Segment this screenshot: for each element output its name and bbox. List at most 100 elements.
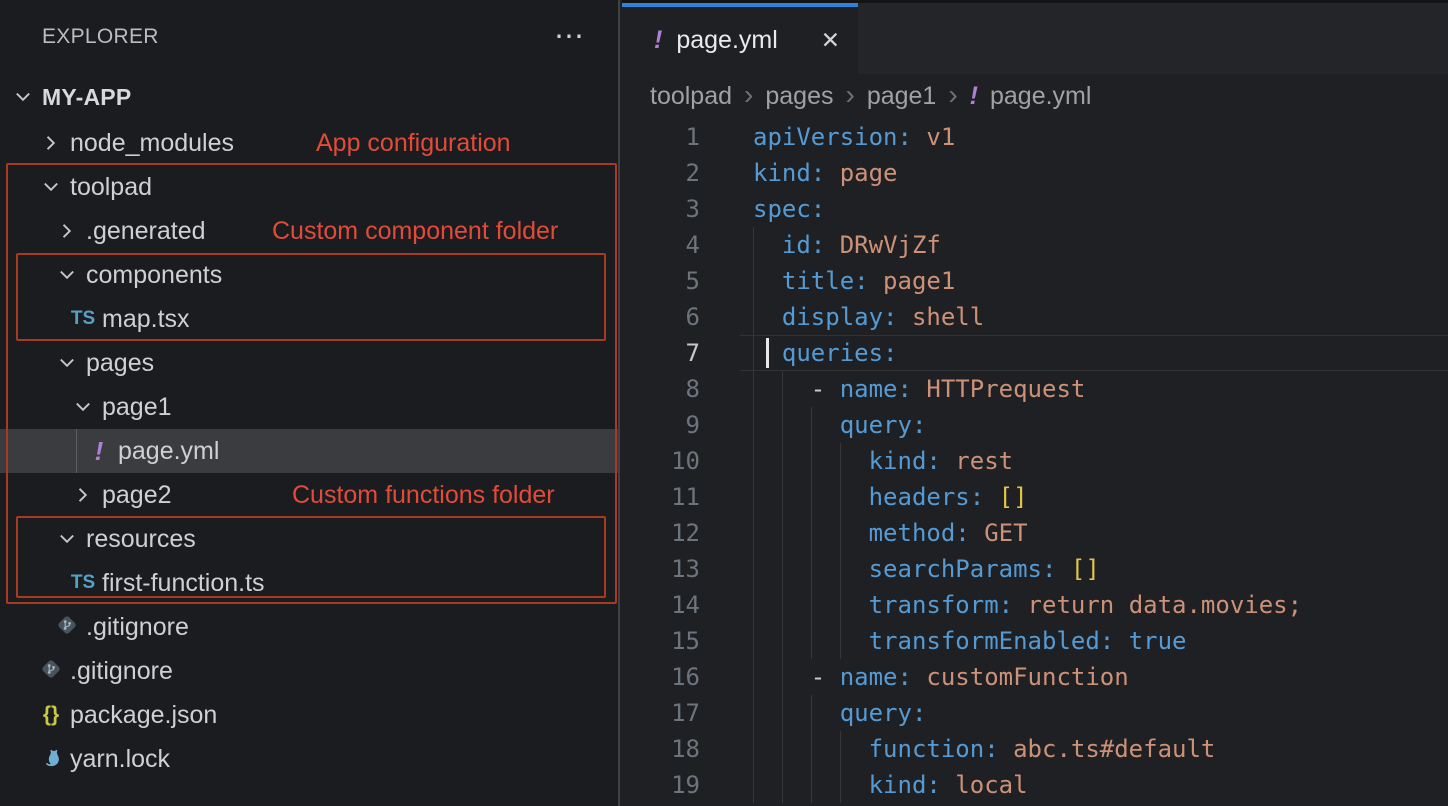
git-icon	[38, 657, 64, 686]
code-line-9[interactable]: 9 query:	[622, 407, 1448, 443]
code-line-17[interactable]: 17 query:	[622, 695, 1448, 731]
more-actions-icon[interactable]: ⋯	[554, 32, 584, 42]
tree-item-label: .generated	[86, 217, 206, 246]
tree-item-resources[interactable]: resources	[0, 517, 618, 561]
tab-bar: ! page.yml ✕	[622, 0, 1448, 74]
code-line-2[interactable]: 2kind: page	[622, 155, 1448, 191]
code-line-11[interactable]: 11 headers: []	[622, 479, 1448, 515]
tree-item-node-modules[interactable]: node_modules App configuration	[0, 121, 618, 165]
line-number: 3	[622, 191, 700, 227]
code-line-5[interactable]: 5 title: page1	[622, 263, 1448, 299]
code-line-16[interactable]: 16 - name: customFunction	[622, 659, 1448, 695]
explorer-sidebar: EXPLORER ⋯ MY-APP node_modules App config…	[0, 0, 620, 806]
chevron-down-icon[interactable]	[10, 86, 36, 108]
red-annotation-label: Custom functions folder	[292, 473, 555, 517]
code-line-13[interactable]: 13 searchParams: []	[622, 551, 1448, 587]
git-icon	[54, 613, 80, 642]
line-number: 2	[622, 155, 700, 191]
tree-item-label: .gitignore	[70, 657, 173, 686]
code-area[interactable]: 1apiVersion: v12kind: page3 spec:4 id: DR…	[622, 119, 1448, 803]
breadcrumb-item-page-yml[interactable]: page.yml	[990, 82, 1091, 111]
typescript-icon: TS	[70, 572, 96, 594]
breadcrumb-separator-icon: ›	[744, 79, 753, 111]
file-tree: node_modules App configuration toolpad .gen…	[0, 121, 618, 781]
code-line-19[interactable]: 19 kind: local	[622, 767, 1448, 803]
code-line-3[interactable]: 3 spec:	[622, 191, 1448, 227]
code-line-12[interactable]: 12 method: GET	[622, 515, 1448, 551]
code-line-text: queries:	[753, 335, 898, 371]
tree-item-page1[interactable]: page1	[0, 385, 618, 429]
code-line-text: function: abc.ts#default	[753, 731, 1215, 767]
chevron-down-icon[interactable]	[54, 352, 80, 374]
red-annotation-label: App configuration	[316, 121, 511, 165]
tree-item-label: pages	[86, 349, 154, 378]
tree-item-first-function-ts[interactable]: TS first-function.ts	[0, 561, 618, 605]
tree-item-gitignore[interactable]: .gitignore	[0, 649, 618, 693]
red-annotation-label: Custom component folder	[272, 209, 558, 253]
tree-item-label: toolpad	[70, 173, 152, 202]
code-line-1[interactable]: 1apiVersion: v1	[622, 119, 1448, 155]
tree-item-toolpad[interactable]: toolpad	[0, 165, 618, 209]
explorer-title: EXPLORER	[42, 25, 159, 49]
code-line-text: - name: HTTPrequest	[753, 371, 1085, 407]
code-line-14[interactable]: 14 transform: return data.movies;	[622, 587, 1448, 623]
code-line-10[interactable]: 10 kind: rest	[622, 443, 1448, 479]
explorer-header: EXPLORER ⋯	[0, 0, 618, 74]
code-line-text: method: GET	[753, 515, 1028, 551]
line-number: 7	[622, 335, 700, 371]
chevron-right-icon[interactable]	[54, 220, 80, 242]
tree-item-pages[interactable]: pages	[0, 341, 618, 385]
tree-item-package-json[interactable]: {}package.json	[0, 693, 618, 737]
breadcrumb-item-toolpad[interactable]: toolpad	[650, 82, 732, 111]
tree-item-map-tsx[interactable]: TS map.tsx	[0, 297, 618, 341]
tree-item-label: map.tsx	[102, 305, 190, 334]
line-number: 18	[622, 731, 700, 767]
workspace-root-my-app[interactable]: MY-APP	[0, 75, 618, 119]
tree-item-label: node_modules	[70, 129, 234, 158]
code-line-text: spec:	[753, 191, 825, 227]
code-line-text: kind: local	[753, 767, 1028, 803]
tree-item-page2[interactable]: page2Custom functions folder	[0, 473, 618, 517]
chevron-right-icon[interactable]	[38, 132, 64, 154]
line-number: 15	[622, 623, 700, 659]
code-line-8[interactable]: 8 - name: HTTPrequest	[622, 371, 1448, 407]
code-line-text: searchParams: []	[753, 551, 1100, 587]
tab-page-yml[interactable]: ! page.yml ✕	[622, 3, 858, 74]
tab-label: page.yml	[676, 26, 777, 55]
tree-item-components[interactable]: components	[0, 253, 618, 297]
chevron-down-icon[interactable]	[38, 176, 64, 198]
chevron-right-icon[interactable]	[70, 484, 96, 506]
tree-item-yarn-lock[interactable]: yarn.lock	[0, 737, 618, 781]
tree-item-label: page.yml	[118, 437, 219, 466]
line-number: 6	[622, 299, 700, 335]
chevron-down-icon[interactable]	[54, 264, 80, 286]
code-line-15[interactable]: 15 transformEnabled: true	[622, 623, 1448, 659]
code-line-text: kind: rest	[753, 443, 1013, 479]
line-number: 8	[622, 371, 700, 407]
line-number: 17	[622, 695, 700, 731]
close-tab-icon[interactable]: ✕	[821, 27, 840, 54]
yaml-file-icon: !	[654, 26, 662, 55]
editor-group: ! page.yml ✕ toolpad›pages›page1›!page.y…	[622, 0, 1448, 806]
tree-item-label: first-function.ts	[102, 569, 265, 598]
breadcrumb-item-pages[interactable]: pages	[765, 82, 833, 111]
line-number: 11	[622, 479, 700, 515]
code-line-6[interactable]: 6 display: shell	[622, 299, 1448, 335]
chevron-down-icon[interactable]	[70, 396, 96, 418]
workspace-root-label: MY-APP	[42, 84, 131, 111]
code-line-4[interactable]: 4 id: DRwVjZf	[622, 227, 1448, 263]
tree-indent-guide	[76, 429, 77, 473]
code-line-text: apiVersion: v1	[753, 119, 955, 155]
tree-item-gitignore[interactable]: .gitignore	[0, 605, 618, 649]
chevron-down-icon[interactable]	[54, 528, 80, 550]
code-line-18[interactable]: 18 function: abc.ts#default	[622, 731, 1448, 767]
code-line-7[interactable]: 7 queries:	[622, 335, 1448, 371]
typescript-icon: TS	[70, 308, 96, 330]
code-line-text: - name: customFunction	[753, 659, 1129, 695]
breadcrumb-item-page1[interactable]: page1	[867, 82, 937, 111]
code-line-text: display: shell	[753, 299, 984, 335]
tree-item-generated[interactable]: .generated Custom component folder	[0, 209, 618, 253]
vscode-window: EXPLORER ⋯ MY-APP node_modules App config…	[0, 0, 1448, 806]
tree-item-page-yml[interactable]: !page.yml	[0, 429, 618, 473]
line-number: 10	[622, 443, 700, 479]
